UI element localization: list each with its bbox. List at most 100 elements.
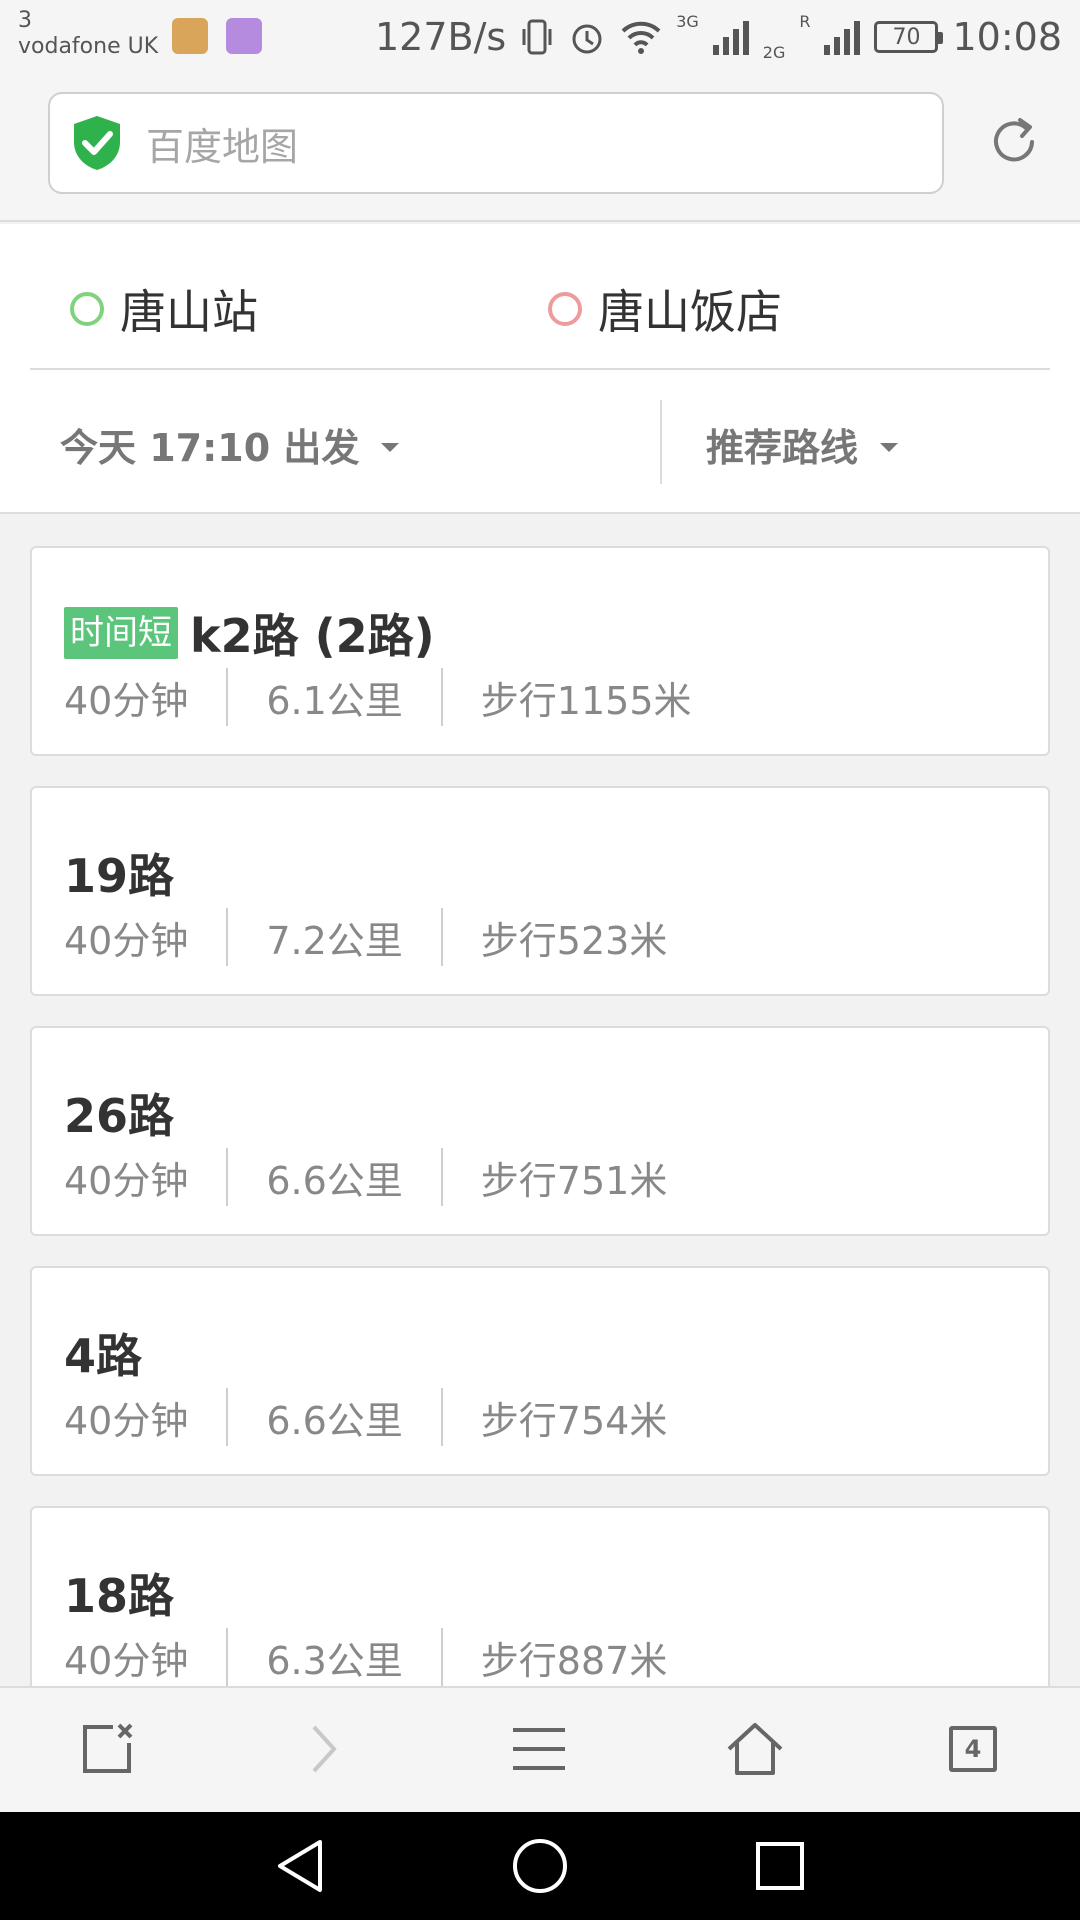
- route-header: 唐山站 唐山饭店 今天 17:10 出发 推荐路线: [0, 224, 1080, 514]
- meta-separator: [440, 1628, 443, 1686]
- route-card[interactable]: 4路 40分钟 6.6公里 步行754米: [30, 1266, 1050, 1476]
- route-card[interactable]: 26路 40分钟 6.6公里 步行751米: [30, 1026, 1050, 1236]
- meta-separator: [440, 1148, 443, 1206]
- route-card[interactable]: 时间短 k2路 (2路) 40分钟 6.1公里 步行1155米: [30, 546, 1050, 756]
- caret-down-icon: [880, 442, 899, 452]
- route-name: k2路 (2路): [190, 609, 435, 663]
- fastest-badge: 时间短: [64, 607, 178, 659]
- meta-separator: [226, 1388, 229, 1446]
- route-preference-dropdown[interactable]: 推荐路线: [706, 414, 899, 474]
- home-icon: [727, 1723, 783, 1775]
- system-nav-bar: [0, 1812, 1080, 1920]
- wifi-icon: [621, 21, 661, 54]
- route-title: 18路: [64, 1560, 174, 1626]
- route-list: 时间短 k2路 (2路) 40分钟 6.1公里 步行1155米 19路 40分钟…: [30, 546, 1050, 1746]
- option-separator: [660, 400, 662, 484]
- status-bar: 3 vodafone UK 127B/s 3G 2G R 70 10:08: [0, 0, 1080, 80]
- route-name: 18路: [64, 1569, 175, 1623]
- route-duration: 40分钟: [64, 1638, 189, 1683]
- route-distance: 7.2公里: [266, 918, 403, 963]
- home-button[interactable]: [720, 1714, 790, 1784]
- route-walk: 步行887米: [480, 1638, 668, 1683]
- menu-button[interactable]: [504, 1714, 574, 1784]
- route-distance: 6.3公里: [266, 1638, 403, 1683]
- carrier-info: 3 vodafone UK: [18, 8, 158, 60]
- status-indicators: 127B/s 3G 2G R 70 10:08: [375, 12, 1062, 62]
- net-speed: 127B/s: [375, 15, 507, 59]
- url-input[interactable]: 百度地图: [48, 92, 944, 194]
- carrier-name: vodafone UK: [18, 34, 159, 59]
- address-area: 百度地图: [0, 80, 1080, 222]
- route-duration: 40分钟: [64, 678, 189, 723]
- signal-2g-icon: [824, 19, 861, 55]
- shield-check-icon: [74, 116, 120, 170]
- home-nav-icon[interactable]: [510, 1836, 570, 1896]
- battery-icon: 70: [874, 21, 944, 53]
- end-dot-icon: [548, 292, 582, 326]
- gallery-app-icon: [226, 18, 262, 54]
- start-dot-icon: [70, 292, 104, 326]
- route-distance: 6.6公里: [266, 1158, 403, 1203]
- route-meta: 40分钟 7.2公里 步行523米: [64, 908, 667, 966]
- forward-button[interactable]: [288, 1714, 358, 1784]
- route-duration: 40分钟: [64, 918, 189, 963]
- browser-toolbar: 4: [0, 1686, 1080, 1812]
- close-tab-icon: [83, 1723, 133, 1773]
- roaming-label: R: [799, 12, 811, 31]
- route-card[interactable]: 19路 40分钟 7.2公里 步行523米: [30, 786, 1050, 996]
- route-walk: 步行754米: [480, 1398, 668, 1443]
- tabs-button[interactable]: 4: [938, 1714, 1008, 1784]
- route-meta: 40分钟 6.6公里 步行754米: [64, 1388, 667, 1446]
- route-walk: 步行523米: [480, 918, 668, 963]
- route-name: 4路: [64, 1329, 143, 1383]
- route-walk: 步行1155米: [480, 678, 692, 723]
- caret-down-icon: [381, 442, 400, 452]
- end-point[interactable]: 唐山饭店: [548, 276, 782, 342]
- route-meta: 40分钟 6.6公里 步行751米: [64, 1148, 667, 1206]
- tab-count: 4: [964, 1735, 982, 1763]
- route-walk: 步行751米: [480, 1158, 668, 1203]
- forward-icon: [312, 1725, 337, 1773]
- route-name: 26路: [64, 1089, 175, 1143]
- recents-nav-icon[interactable]: [750, 1836, 810, 1896]
- start-point[interactable]: 唐山站: [70, 276, 258, 342]
- back-nav-icon[interactable]: [270, 1836, 330, 1896]
- route-meta: 40分钟 6.3公里 步行887米: [64, 1628, 667, 1686]
- url-placeholder: 百度地图: [146, 124, 299, 169]
- tabs-icon: 4: [949, 1726, 997, 1772]
- route-duration: 40分钟: [64, 1158, 189, 1203]
- refresh-icon[interactable]: [984, 112, 1044, 172]
- route-duration: 40分钟: [64, 1398, 189, 1443]
- signal-3g-icon: [712, 19, 749, 55]
- alarm-icon: [572, 24, 602, 54]
- end-label: 唐山饭店: [598, 285, 782, 339]
- clock: 10:08: [952, 15, 1062, 59]
- network-2g-label: 2G: [762, 43, 786, 62]
- carrier-slot: 3: [18, 8, 32, 33]
- menu-icon: [513, 1728, 565, 1770]
- network-3g-label: 3G: [676, 12, 699, 31]
- route-title: 26路: [64, 1080, 174, 1146]
- start-label: 唐山站: [120, 285, 258, 339]
- route-distance: 6.1公里: [266, 678, 403, 723]
- meta-separator: [226, 668, 229, 726]
- meta-separator: [226, 908, 229, 966]
- route-meta: 40分钟 6.1公里 步行1155米: [64, 668, 692, 726]
- route-name: 19路: [64, 849, 175, 903]
- meta-separator: [226, 1148, 229, 1206]
- meta-separator: [440, 668, 443, 726]
- meta-separator: [440, 1388, 443, 1446]
- route-title: 19路: [64, 840, 174, 906]
- route-preference-label: 推荐路线: [706, 425, 859, 470]
- route-title: 4路: [64, 1320, 142, 1386]
- depart-time-dropdown[interactable]: 今天 17:10 出发: [60, 414, 400, 474]
- route-card[interactable]: 18路 40分钟 6.3公里 步行887米: [30, 1506, 1050, 1716]
- meta-separator: [440, 908, 443, 966]
- route-distance: 6.6公里: [266, 1398, 403, 1443]
- route-title: 时间短 k2路 (2路): [64, 600, 435, 666]
- meta-separator: [226, 1628, 229, 1686]
- header-divider: [30, 368, 1050, 370]
- vibrate-icon: [522, 19, 552, 55]
- depart-time-label: 今天 17:10 出发: [60, 425, 360, 470]
- close-tab-button[interactable]: [72, 1714, 142, 1784]
